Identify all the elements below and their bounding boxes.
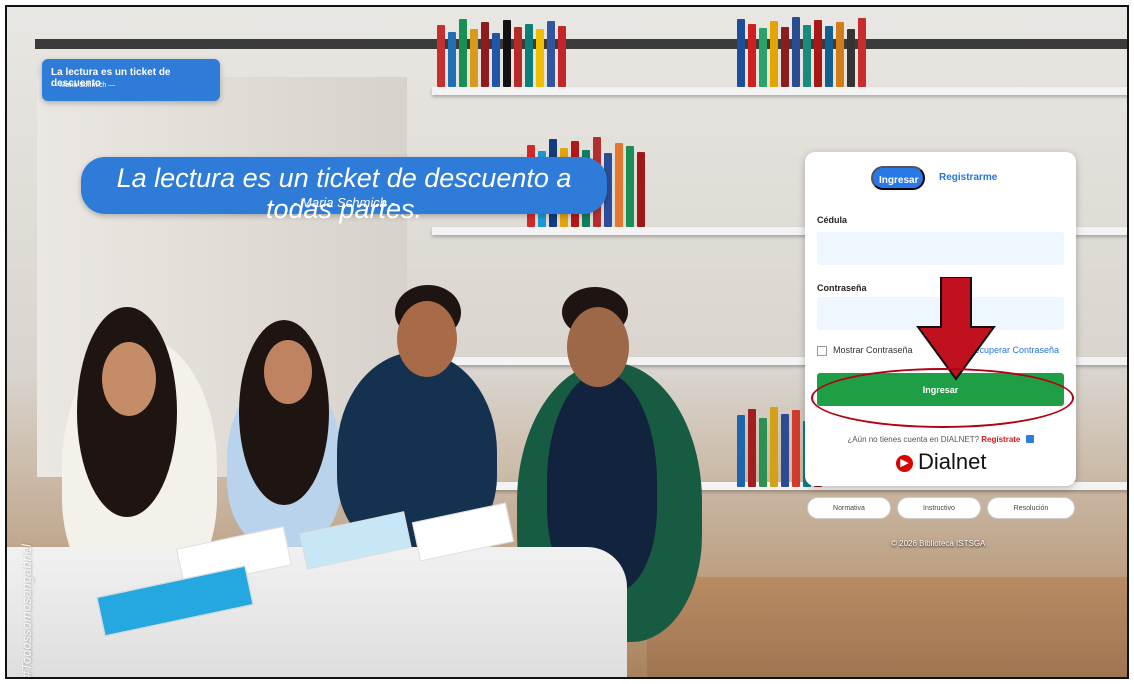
password-label: Contraseña bbox=[817, 283, 867, 293]
cedula-label: Cédula bbox=[817, 215, 848, 225]
red-down-arrow bbox=[916, 277, 996, 381]
dialnet-brand-text: Dialnet bbox=[918, 449, 987, 474]
wooden-floor bbox=[647, 577, 1127, 677]
small-quote-author: — Maria Schmich — bbox=[51, 82, 116, 89]
instructivo-button[interactable]: Instructivo bbox=[897, 497, 981, 519]
highlight-oval bbox=[811, 368, 1074, 428]
register-note: ¿Aún no tienes cuenta en DIALNET? Regíst… bbox=[805, 435, 1076, 444]
student-face-right bbox=[567, 307, 629, 387]
resolucion-button[interactable]: Resolución bbox=[987, 497, 1075, 519]
show-password-label[interactable]: Mostrar Contraseña bbox=[833, 345, 913, 355]
login-page-frame: La lectura es un ticket de descuento — M… bbox=[5, 5, 1129, 679]
tab-ingresar[interactable]: Ingresar bbox=[871, 166, 925, 190]
vertical-hashtag: #Todossomosangabriel bbox=[19, 544, 34, 678]
main-quote-text: La lectura es un ticket de descuento a t… bbox=[116, 163, 572, 224]
main-quote-banner: La lectura es un ticket de descuento a t… bbox=[81, 157, 607, 224]
show-password-checkbox[interactable] bbox=[817, 346, 827, 356]
tab-registrarme[interactable]: Registrarme bbox=[939, 172, 997, 183]
student-face-left bbox=[102, 342, 156, 416]
dialnet-icon: ▶ bbox=[896, 455, 913, 472]
small-quote-banner: La lectura es un ticket de descuento — M… bbox=[42, 59, 220, 101]
main-quote-author: - Maria Schmich - bbox=[293, 195, 395, 210]
normativa-button[interactable]: Normativa bbox=[807, 497, 891, 519]
student-face-center-right bbox=[397, 301, 457, 377]
cedula-input[interactable] bbox=[817, 232, 1064, 265]
copyright-text: © 2026 Biblioteca ISTSGA bbox=[891, 539, 986, 548]
student-face-center-left bbox=[264, 340, 312, 404]
register-info-icon bbox=[1025, 435, 1034, 443]
register-note-text: ¿Aún no tienes cuenta en DIALNET? bbox=[847, 435, 982, 444]
register-link[interactable]: Regístrate bbox=[981, 435, 1020, 444]
dialnet-logo: ▶ Dialnet bbox=[896, 449, 986, 475]
